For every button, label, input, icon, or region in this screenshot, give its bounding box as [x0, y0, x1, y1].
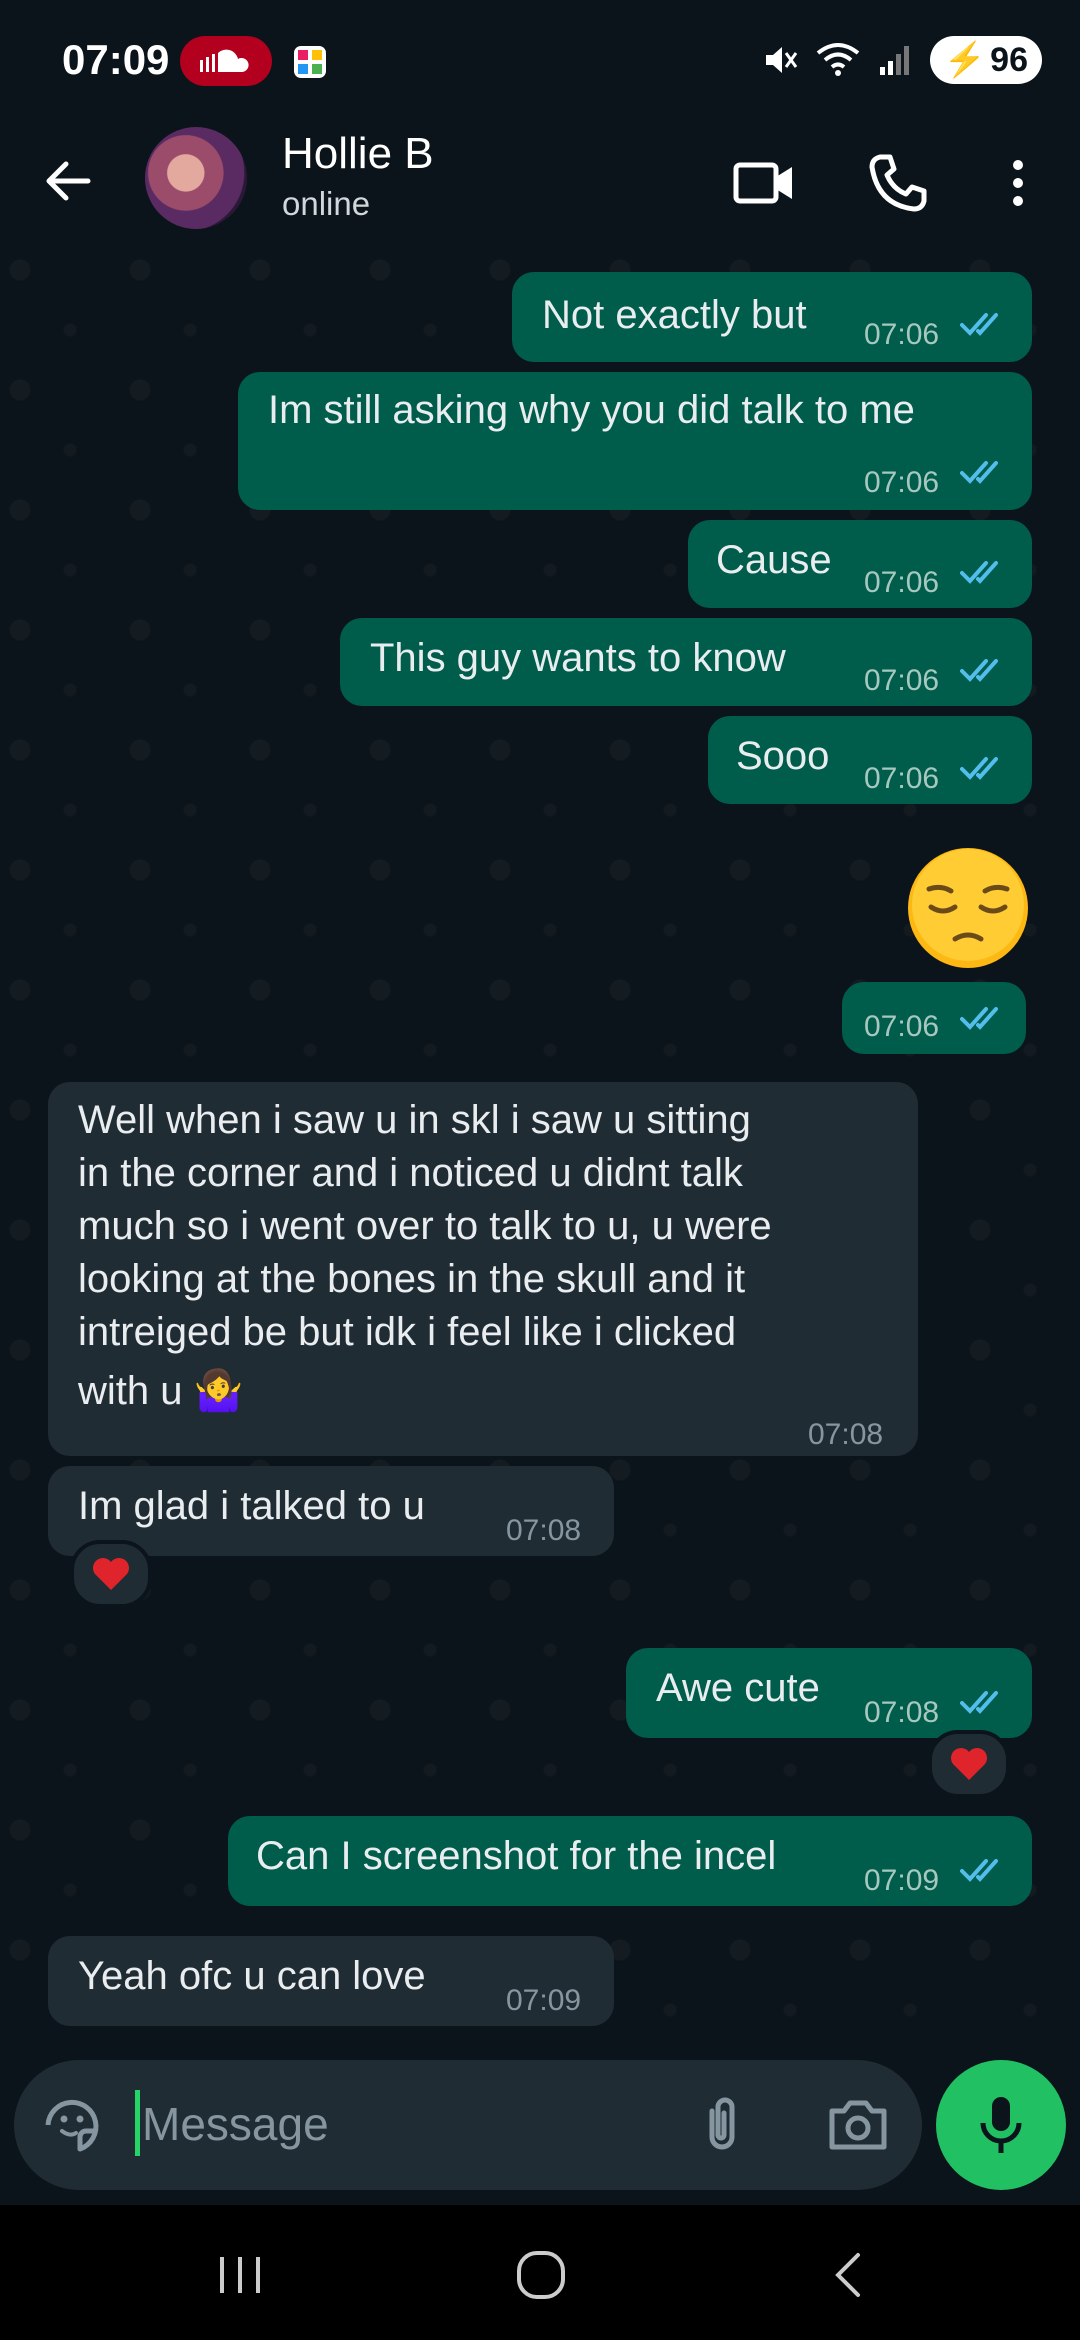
- nav-back-icon[interactable]: [826, 2249, 870, 2301]
- camera-icon[interactable]: [826, 2093, 890, 2157]
- message-text: Im glad i talked to u: [78, 1484, 425, 1528]
- message-bubble-incoming[interactable]: Well when i saw u in skl i saw u sitting…: [48, 1082, 918, 1456]
- message-bubble-outgoing[interactable]: Awe cute 07:08: [626, 1648, 1032, 1738]
- message-text: This guy wants to know: [370, 636, 786, 680]
- message-bubble-outgoing[interactable]: Cause 07:06: [688, 520, 1032, 608]
- status-bar: 07:09 ⚡ 96: [0, 0, 1080, 125]
- heart-icon: [93, 1558, 129, 1590]
- reaction-badge[interactable]: [70, 1540, 152, 1608]
- message-text: Awe cute: [656, 1666, 820, 1710]
- double-check-icon: [960, 313, 998, 336]
- message-bubble-outgoing[interactable]: This guy wants to know 07:06: [340, 618, 1032, 706]
- reaction-badge[interactable]: [928, 1730, 1010, 1798]
- mic-icon: [980, 2097, 1022, 2153]
- message-time: 07:08: [506, 1514, 582, 1547]
- message-bubble-incoming[interactable]: Yeah ofc u can love 07:09: [48, 1936, 614, 2026]
- sticker-icon[interactable]: [40, 2093, 104, 2157]
- message-line: much so i went over to talk to u, u were: [78, 1204, 772, 1248]
- home-icon[interactable]: [515, 2249, 567, 2301]
- message-bubble-outgoing[interactable]: Can I screenshot for the incel 07:09: [228, 1816, 1032, 1906]
- message-text: Can I screenshot for the incel: [256, 1834, 777, 1878]
- double-check-icon: [960, 757, 998, 780]
- double-check-icon: [960, 1859, 998, 1882]
- message-line: with u 🤷‍♀️: [78, 1369, 244, 1413]
- message-text: Im still asking why you did talk to me: [268, 388, 915, 432]
- signal-icon: [879, 46, 909, 75]
- soundcloud-icon: [200, 49, 249, 72]
- status-time: 07:09: [62, 36, 170, 83]
- battery-level: 96: [990, 40, 1028, 79]
- message-time: 07:06: [864, 664, 940, 697]
- message-line: in the corner and i noticed u didnt talk: [78, 1151, 743, 1195]
- message-line: Well when i saw u in skl i saw u sitting: [78, 1098, 751, 1142]
- message-text: Well when i saw u in skl i saw u sitting…: [78, 1094, 888, 1418]
- pensive-face-emoji[interactable]: [905, 845, 1031, 971]
- chat-area[interactable]: Not exactly but 07:06 Im still asking wh…: [0, 250, 1080, 2050]
- chat-header: Hollie B online: [0, 125, 1080, 250]
- phone-icon[interactable]: [866, 151, 930, 215]
- video-call-icon[interactable]: [732, 151, 796, 215]
- message-time: 07:09: [864, 1864, 940, 1897]
- message-time: 07:08: [864, 1696, 940, 1729]
- message-bubble-outgoing[interactable]: Not exactly but 07:06: [512, 272, 1032, 362]
- cloud-sync-pill: [180, 36, 272, 86]
- wifi-icon: [816, 43, 860, 76]
- system-nav-bar: [0, 2205, 1080, 2340]
- bolt-icon: ⚡: [943, 41, 987, 79]
- double-check-icon: [960, 561, 998, 584]
- message-time: 07:06: [864, 318, 940, 351]
- message-time: 07:06: [864, 466, 940, 499]
- message-time: 07:06: [864, 566, 940, 599]
- message-bubble-outgoing[interactable]: Sooo 07:06: [708, 716, 1032, 804]
- app-notification-icon: [294, 46, 326, 78]
- emoji-timestamp-pill: 07:06: [842, 982, 1026, 1054]
- mute-icon: [765, 47, 798, 73]
- message-line: intreiged be but idk i feel like i click…: [78, 1310, 737, 1354]
- recent-apps-icon[interactable]: [210, 2253, 270, 2297]
- message-line: looking at the bones in the skull and it: [78, 1257, 746, 1301]
- message-input[interactable]: [140, 2078, 684, 2170]
- battery-indicator: ⚡ 96: [929, 36, 1042, 84]
- back-arrow-icon[interactable]: [38, 151, 98, 211]
- paperclip-icon[interactable]: [690, 2093, 754, 2157]
- heart-icon: [951, 1748, 987, 1780]
- double-check-icon: [960, 461, 998, 484]
- double-check-icon: [960, 1691, 998, 1714]
- message-text: Sooo: [736, 734, 830, 778]
- contact-name[interactable]: Hollie B: [282, 129, 434, 179]
- message-time: 07:09: [506, 1984, 582, 2017]
- message-bubble-outgoing[interactable]: Im still asking why you did talk to me 0…: [238, 372, 1032, 510]
- double-check-icon: [960, 1007, 998, 1030]
- message-time: 07:06: [864, 1010, 940, 1043]
- message-time: 07:06: [864, 762, 940, 795]
- contact-status: online: [282, 185, 371, 222]
- more-vert-icon[interactable]: [988, 151, 1048, 215]
- message-time: 07:08: [808, 1418, 884, 1451]
- message-text: Cause: [716, 538, 832, 582]
- double-check-icon: [960, 659, 998, 682]
- mic-button[interactable]: [936, 2060, 1066, 2190]
- message-text: Not exactly but: [542, 293, 807, 337]
- message-text: Yeah ofc u can love: [78, 1954, 426, 1998]
- avatar[interactable]: [145, 127, 247, 229]
